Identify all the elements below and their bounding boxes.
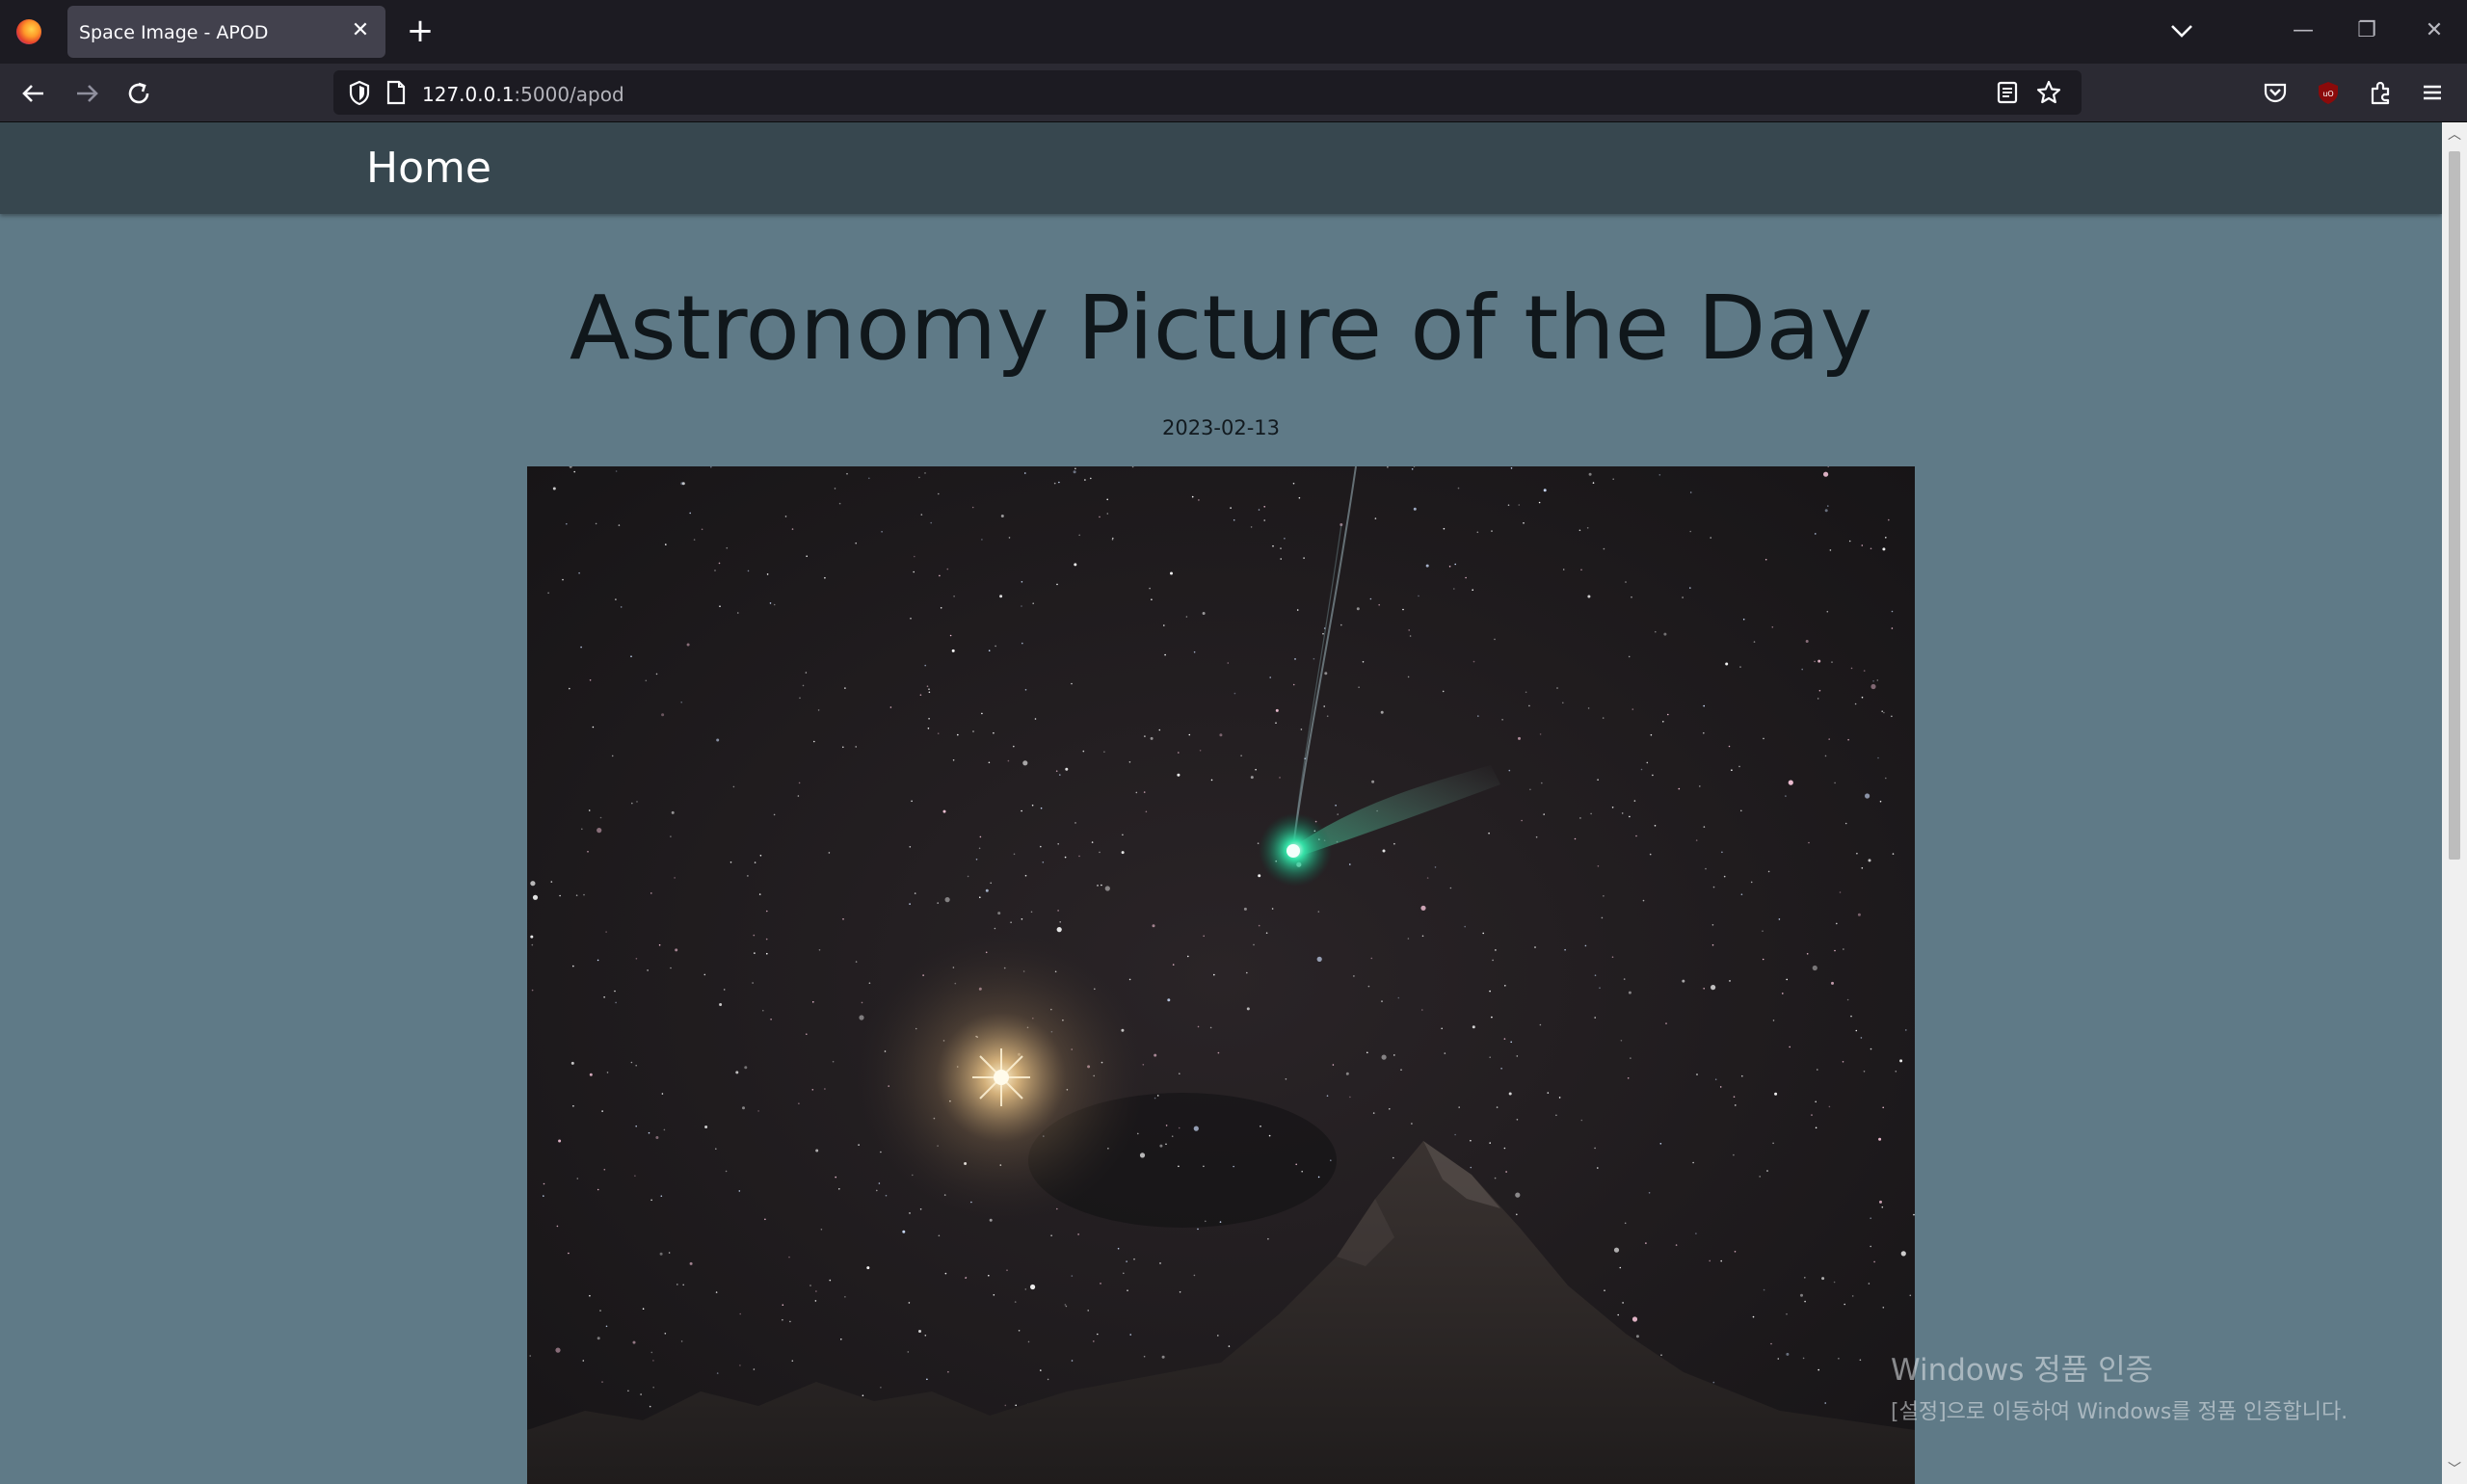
shield-icon[interactable] [345,78,374,107]
windows-activation-watermark: Windows 정품 인증 [설정]으로 이동하여 Windows를 정품 인증… [1891,1345,2348,1425]
ublock-icon[interactable]: uO [2315,79,2342,106]
scroll-up-arrow[interactable]: ︿ [2447,127,2462,143]
tab-title: Space Image - APOD [79,22,269,43]
tab-list-chevron-icon[interactable] [2164,15,2199,48]
comet-night-sky-photo [527,466,1915,1484]
firefox-logo-icon[interactable] [16,19,41,44]
tab-close-icon[interactable]: ✕ [349,16,372,45]
new-tab-button[interactable]: + [403,13,438,48]
bookmark-star-icon[interactable] [2035,79,2062,106]
pocket-icon[interactable] [2262,79,2289,106]
apod-date: 2023-02-13 [1161,416,1281,439]
scroll-thumb[interactable] [2449,151,2460,860]
url-host: 127.0.0.1 [422,83,515,106]
home-link[interactable]: Home [366,144,491,193]
activation-subtitle: [설정]으로 이동하여 Windows를 정품 인증합니다. [1891,1400,2348,1424]
page-viewport: Home Astronomy Picture of the Day 2023-0… [0,122,2442,1484]
svg-text:uO: uO [2322,90,2333,98]
apod-image [527,466,1915,1484]
window-restore-button[interactable]: ❐ [2348,13,2386,48]
browser-toolbar: 127.0.0.1:5000/apod uO [0,64,2467,122]
url-path: :5000/apod [514,83,624,106]
url-bar[interactable]: 127.0.0.1:5000/apod [333,70,2082,115]
window-close-button[interactable]: ✕ [2415,13,2454,48]
forward-icon[interactable] [70,77,103,110]
scroll-down-arrow[interactable]: ﹀ [2447,1462,2462,1477]
menu-icon[interactable] [2419,79,2446,106]
tab-space-image-apod[interactable]: Space Image - APOD ✕ [67,6,385,58]
reload-icon[interactable] [122,77,155,110]
page-title: Astronomy Picture of the Day [569,277,1873,380]
page-scrollbar[interactable]: ︿ ﹀ [2442,122,2467,1484]
window-minimize-button[interactable]: — [2284,13,2322,48]
url-text[interactable]: 127.0.0.1:5000/apod [422,83,624,106]
page-icon[interactable] [384,79,409,106]
site-navbar: Home [0,122,2442,214]
reader-mode-icon[interactable] [1995,80,2020,105]
back-icon[interactable] [17,77,50,110]
extensions-icon[interactable] [2367,79,2394,106]
activation-title: Windows 정품 인증 [1891,1353,2154,1388]
browser-tab-strip: Space Image - APOD ✕ + — ❐ ✕ [0,0,2467,64]
